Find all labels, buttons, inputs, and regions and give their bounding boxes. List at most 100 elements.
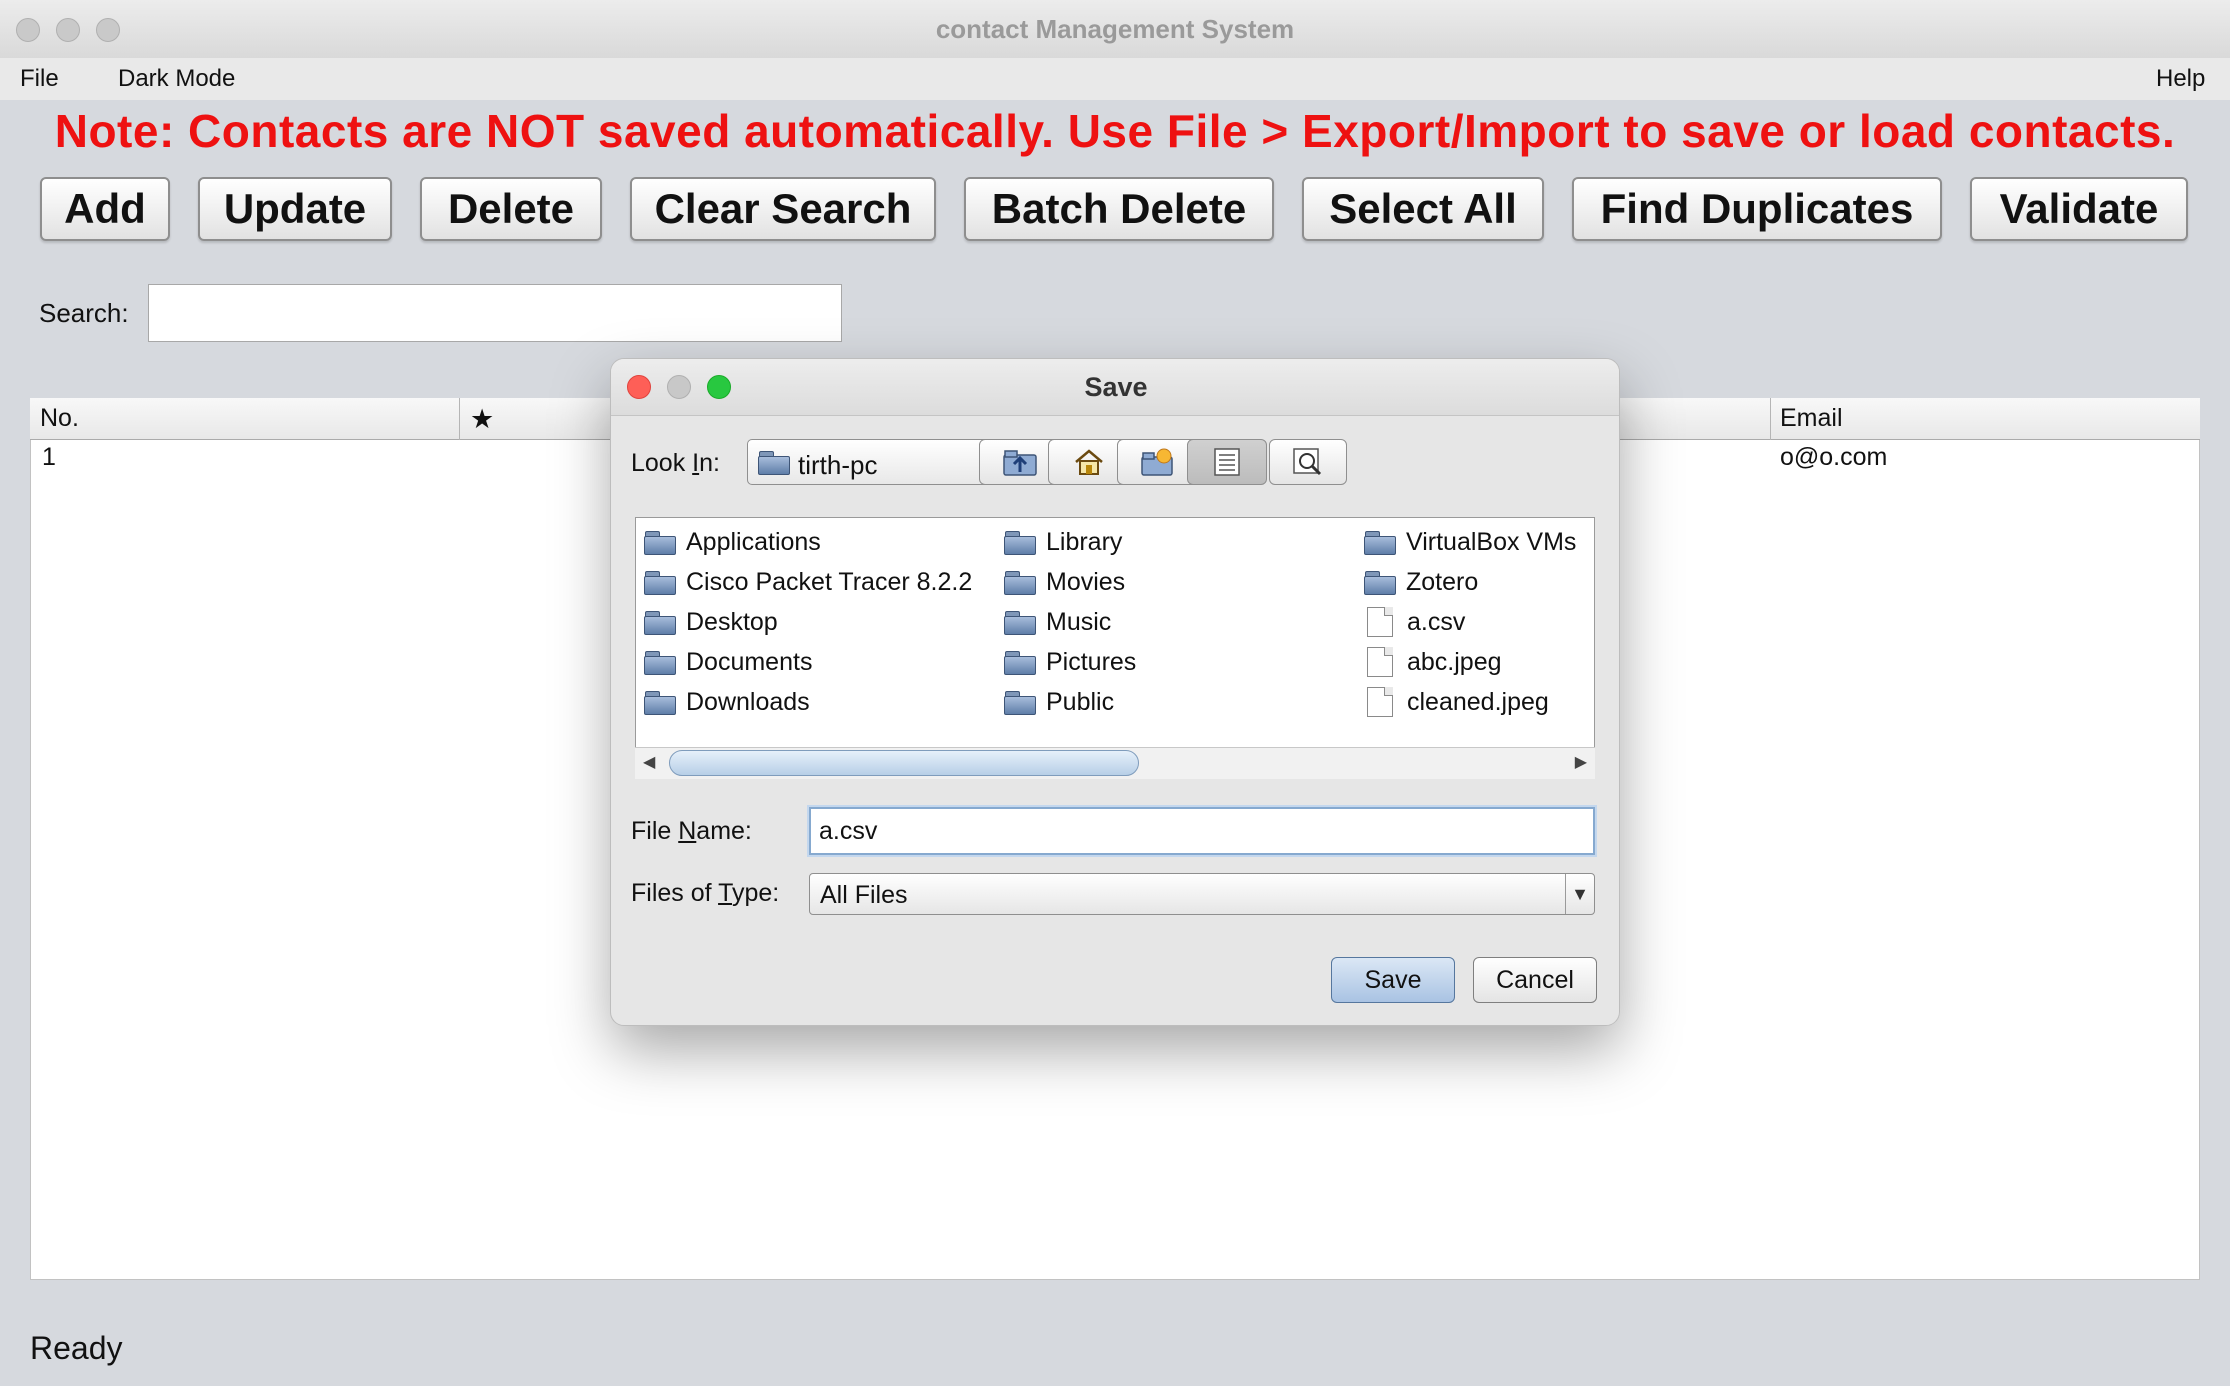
column-divider: [459, 398, 460, 440]
save-button[interactable]: Save: [1331, 957, 1455, 1003]
delete-button[interactable]: Delete: [420, 177, 602, 241]
folder-item[interactable]: Applications: [644, 522, 972, 562]
folder-icon: [644, 650, 676, 675]
file-type-label-mnemonic: T: [718, 879, 732, 907]
folder-icon: [1364, 570, 1396, 595]
search-label: Search:: [39, 298, 129, 328]
file-icon: [1367, 687, 1393, 717]
file-list[interactable]: Applications Cisco Packet Tracer 8.2.2 D…: [635, 517, 1595, 779]
folder-item[interactable]: Cisco Packet Tracer 8.2.2: [644, 562, 972, 602]
file-name-label-mnemonic: N: [678, 817, 697, 845]
file-item[interactable]: abc.jpeg: [1364, 642, 1576, 682]
update-button[interactable]: Update: [198, 177, 392, 241]
file-column-2: Library Movies Music Pictures Public: [1004, 522, 1136, 722]
look-in-value: tirth-pc: [798, 450, 878, 480]
file-icon: [1367, 647, 1393, 677]
file-icon: [1367, 607, 1393, 637]
menu-file[interactable]: File: [20, 65, 59, 93]
folder-item[interactable]: Public: [1004, 682, 1136, 722]
home-icon: [1075, 449, 1103, 475]
folder-item[interactable]: Zotero: [1364, 562, 1576, 602]
dialog-titlebar: Save: [611, 359, 1619, 416]
folder-icon: [644, 690, 676, 715]
file-name: Desktop: [686, 607, 778, 636]
file-name: Library: [1046, 527, 1123, 556]
file-name-label-post: ame:: [696, 817, 752, 845]
folder-icon: [1004, 690, 1036, 715]
folder-item[interactable]: VirtualBox VMs: [1364, 522, 1576, 562]
file-name: Movies: [1046, 567, 1126, 596]
file-type-value: All Files: [820, 881, 908, 909]
file-column-3: VirtualBox VMs Zotero a.csv abc.jpeg cle…: [1364, 522, 1576, 722]
horizontal-scrollbar[interactable]: ◀ ▶: [635, 747, 1595, 779]
folder-icon: [644, 570, 676, 595]
add-button[interactable]: Add: [40, 177, 170, 241]
folder-item[interactable]: Pictures: [1004, 642, 1136, 682]
file-item[interactable]: a.csv: [1364, 602, 1576, 642]
folder-icon: [1004, 530, 1036, 555]
folder-item[interactable]: Music: [1004, 602, 1136, 642]
column-header-no[interactable]: No.: [40, 404, 79, 433]
dialog-title: Save: [1084, 372, 1148, 402]
folder-icon: [758, 450, 790, 475]
file-name: Music: [1046, 607, 1112, 636]
folder-item[interactable]: Desktop: [644, 602, 972, 642]
file-name-label-pre: File: [631, 817, 679, 845]
folder-item[interactable]: Movies: [1004, 562, 1136, 602]
status-text: Ready: [30, 1330, 123, 1366]
cancel-button[interactable]: Cancel: [1473, 957, 1597, 1003]
look-in-label: Look In:: [631, 449, 720, 478]
select-all-button[interactable]: Select All: [1302, 177, 1544, 241]
find-duplicates-button[interactable]: Find Duplicates: [1572, 177, 1942, 241]
details-view-button[interactable]: [1269, 439, 1347, 485]
folder-icon: [1364, 530, 1396, 555]
validate-button[interactable]: Validate: [1970, 177, 2188, 241]
new-folder-icon: [1141, 448, 1173, 476]
file-item[interactable]: cleaned.jpeg: [1364, 682, 1576, 722]
list-view-button[interactable]: [1187, 439, 1267, 485]
save-warning-note: Note: Contacts are NOT saved automatical…: [54, 105, 2176, 157]
file-name: Applications: [686, 527, 821, 556]
scroll-right-icon[interactable]: ▶: [1575, 752, 1587, 772]
batch-delete-button[interactable]: Batch Delete: [964, 177, 1274, 241]
column-header-favorite[interactable]: ★: [470, 404, 494, 435]
menu-dark-mode[interactable]: Dark Mode: [118, 65, 235, 93]
file-name: Pictures: [1046, 647, 1137, 676]
file-name: Downloads: [686, 687, 810, 716]
file-name-input[interactable]: [809, 807, 1595, 855]
folder-icon: [644, 610, 676, 635]
file-column-1: Applications Cisco Packet Tracer 8.2.2 D…: [644, 522, 972, 722]
search-input[interactable]: [148, 284, 842, 342]
file-name: a.csv: [1407, 607, 1466, 636]
file-name: Zotero: [1406, 567, 1479, 596]
look-in-label-post: n:: [699, 449, 720, 477]
menu-help[interactable]: Help: [2156, 65, 2205, 93]
file-type-label-pre: Files of: [631, 879, 719, 907]
cell-no[interactable]: 1: [42, 443, 56, 472]
file-name-label: File Name:: [631, 817, 752, 846]
file-type-label: Files of Type:: [631, 879, 779, 908]
cell-email[interactable]: o@o.com: [1780, 443, 1887, 472]
file-name: cleaned.jpeg: [1407, 687, 1549, 716]
folder-icon: [644, 530, 676, 555]
scrollbar-thumb[interactable]: [669, 750, 1139, 776]
window-titlebar: contact Management System: [0, 0, 2230, 59]
scroll-left-icon[interactable]: ◀: [643, 752, 655, 772]
folder-item[interactable]: Documents: [644, 642, 972, 682]
column-divider: [1770, 398, 1771, 440]
window-title: contact Management System: [935, 14, 1295, 44]
folder-up-icon: [1003, 450, 1037, 476]
file-name: Documents: [686, 647, 813, 676]
file-type-combo[interactable]: All Files ▼: [809, 873, 1595, 915]
folder-item[interactable]: Downloads: [644, 682, 972, 722]
menubar: [0, 58, 2230, 100]
look-in-label-pre: Look: [631, 449, 693, 477]
column-header-email[interactable]: Email: [1780, 404, 1843, 433]
folder-item[interactable]: Library: [1004, 522, 1136, 562]
clear-search-button[interactable]: Clear Search: [630, 177, 936, 241]
chevron-down-icon[interactable]: ▼: [1565, 874, 1594, 914]
file-type-label-post: ype:: [731, 879, 780, 907]
file-name: VirtualBox VMs: [1406, 527, 1577, 556]
file-name: abc.jpeg: [1407, 647, 1502, 676]
file-name: Public: [1046, 687, 1115, 716]
